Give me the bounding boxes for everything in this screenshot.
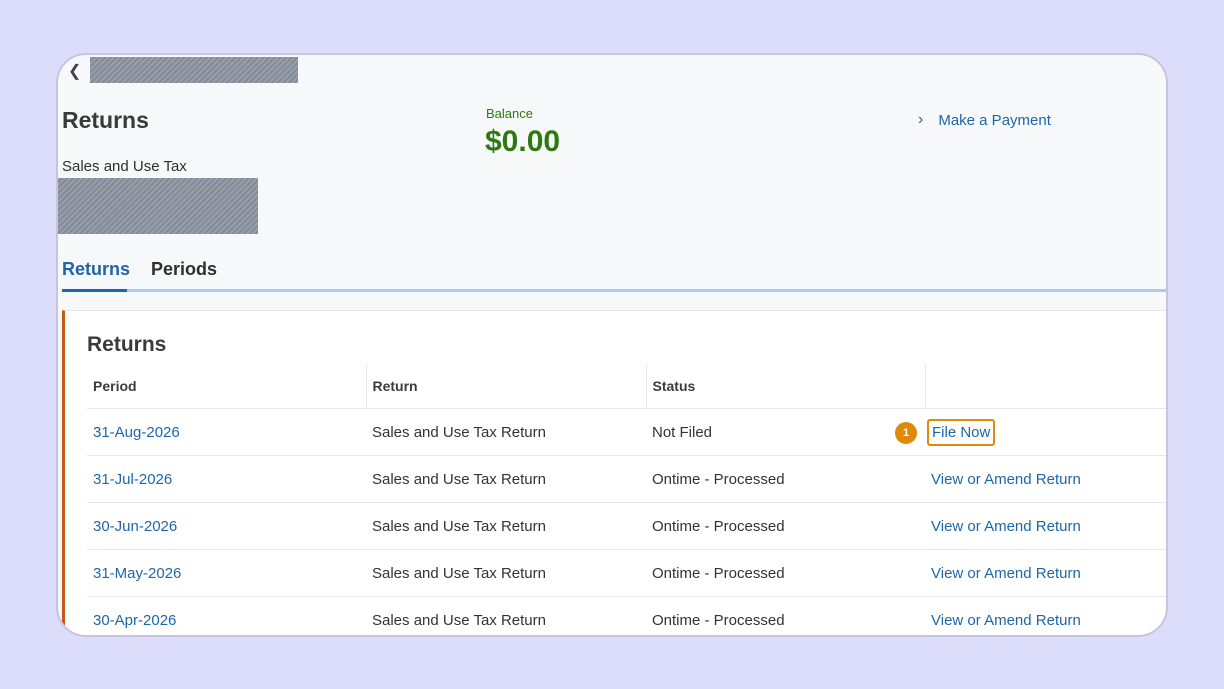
return-status: Ontime - Processed <box>646 596 925 635</box>
return-type: Sales and Use Tax Return <box>366 455 646 503</box>
period-link[interactable]: 30-Jun-2026 <box>93 518 177 535</box>
period-link[interactable]: 31-May-2026 <box>93 565 181 582</box>
return-status: Ontime - Processed <box>646 549 925 597</box>
chevron-right-icon: › <box>918 111 924 128</box>
page-subtitle: Sales and Use Tax <box>62 158 187 175</box>
column-header-period: Period <box>87 364 367 409</box>
column-header-status: Status <box>646 364 926 409</box>
tab-active-indicator <box>62 289 127 292</box>
redacted-account-info <box>58 178 258 234</box>
period-link[interactable]: 31-Jul-2026 <box>93 471 172 488</box>
return-status: Not Filed <box>646 408 925 456</box>
balance-value: $0.00 <box>485 125 561 158</box>
chevron-left-icon[interactable]: ❮ <box>68 61 81 81</box>
return-type: Sales and Use Tax Return <box>366 408 646 456</box>
tab-periods[interactable]: Periods <box>151 259 217 289</box>
make-payment-label: Make a Payment <box>938 111 1051 129</box>
page-title: Returns <box>62 107 149 133</box>
period-link[interactable]: 30-Apr-2026 <box>93 612 176 629</box>
table-header-row: Period Return Status <box>87 364 1166 409</box>
view-amend-link[interactable]: View or Amend Return <box>931 612 1081 629</box>
file-now-link[interactable]: File Now <box>927 418 996 446</box>
step-badge: 1 <box>895 422 917 444</box>
table-row: 31-Aug-2026 Sales and Use Tax Return Not… <box>87 408 1166 456</box>
period-link[interactable]: 31-Aug-2026 <box>93 424 180 441</box>
table-row: 31-May-2026 Sales and Use Tax Return Ont… <box>87 549 1166 597</box>
view-amend-link[interactable]: View or Amend Return <box>931 565 1081 582</box>
balance-label: Balance <box>486 106 533 121</box>
table-row: 30-Apr-2026 Sales and Use Tax Return Ont… <box>87 596 1166 635</box>
return-status: Ontime - Processed <box>646 502 925 550</box>
action-cell: 1 File Now <box>895 408 1166 456</box>
tab-bar: Returns Periods <box>62 259 1166 292</box>
make-payment-link[interactable]: › Make a Payment <box>918 111 1051 129</box>
panel-title: Returns <box>87 333 167 356</box>
returns-table: Period Return Status 31-Aug-2026 Sales a… <box>87 364 1166 635</box>
table-row: 31-Jul-2026 Sales and Use Tax Return Ont… <box>87 455 1166 503</box>
tab-underline <box>62 289 1166 292</box>
return-type: Sales and Use Tax Return <box>366 596 646 635</box>
app-window: ❮ Returns Sales and Use Tax Balance $0.0… <box>56 53 1168 637</box>
return-status: Ontime - Processed <box>646 455 925 503</box>
table-row: 30-Jun-2026 Sales and Use Tax Return Ont… <box>87 502 1166 550</box>
view-amend-link[interactable]: View or Amend Return <box>931 471 1081 488</box>
column-header-return: Return <box>366 364 647 409</box>
tab-returns[interactable]: Returns <box>62 259 130 289</box>
redacted-breadcrumb <box>90 57 298 83</box>
column-header-action <box>925 364 1166 409</box>
view-amend-link[interactable]: View or Amend Return <box>931 518 1081 535</box>
returns-panel: Returns Period Return Status 31-Aug-2026 <box>62 310 1166 635</box>
return-type: Sales and Use Tax Return <box>366 549 646 597</box>
return-type: Sales and Use Tax Return <box>366 502 646 550</box>
